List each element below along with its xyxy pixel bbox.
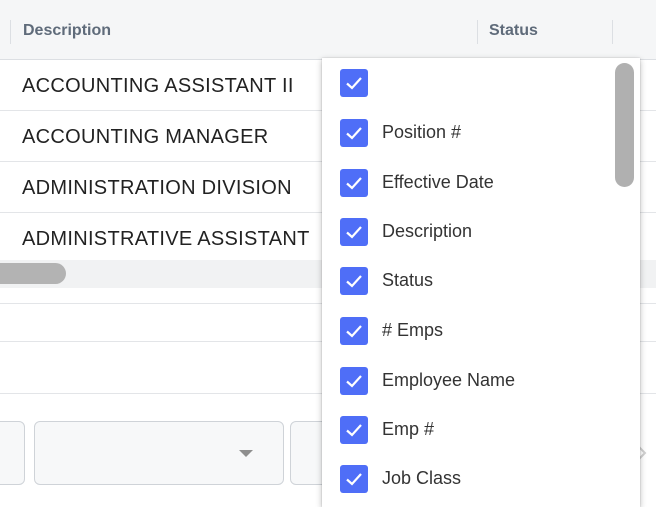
column-divider[interactable] xyxy=(612,20,613,44)
check-icon xyxy=(346,127,362,140)
check-icon xyxy=(346,325,362,338)
column-option-description[interactable]: Description xyxy=(322,207,612,256)
check-icon xyxy=(346,424,362,437)
column-header-status[interactable]: Status xyxy=(489,0,538,60)
column-option-label: Emp # xyxy=(382,419,435,439)
vertical-scrollbar-thumb[interactable] xyxy=(615,63,634,187)
column-option-select-all[interactable] xyxy=(322,58,612,107)
page-size-select[interactable] xyxy=(34,421,284,485)
column-option-emp-number[interactable]: Emp # xyxy=(322,405,612,454)
column-chooser-menu: Position # Effective Date Description St… xyxy=(322,58,640,507)
column-option-effective-date[interactable]: Effective Date xyxy=(322,158,612,207)
checkbox[interactable] xyxy=(340,367,368,395)
checkbox[interactable] xyxy=(340,317,368,345)
column-option-label: Status xyxy=(382,270,434,290)
column-option-emps[interactable]: # Emps xyxy=(322,306,612,355)
column-divider[interactable] xyxy=(10,20,11,44)
row-description: ACCOUNTING MANAGER xyxy=(22,126,269,148)
horizontal-scrollbar-thumb[interactable] xyxy=(0,263,66,284)
caret-down-icon xyxy=(239,450,253,457)
check-icon xyxy=(346,473,362,486)
checkbox[interactable] xyxy=(340,69,368,97)
column-header-description[interactable]: Description xyxy=(23,0,111,60)
checkbox[interactable] xyxy=(340,169,368,197)
column-option-label: # Emps xyxy=(382,320,444,340)
column-option-job-class[interactable]: Job Class xyxy=(322,454,612,503)
column-option-label: Employee Name xyxy=(382,370,516,390)
row-description: ADMINISTRATIVE ASSISTANT xyxy=(22,228,310,250)
column-option-label: Description xyxy=(382,221,473,241)
row-description: ADMINISTRATION DIVISION xyxy=(22,177,292,199)
checkbox[interactable] xyxy=(340,218,368,246)
column-option-label: Position # xyxy=(382,122,462,142)
check-icon xyxy=(346,226,362,239)
checkbox[interactable] xyxy=(340,465,368,493)
check-icon xyxy=(346,77,362,90)
check-icon xyxy=(346,177,362,190)
check-icon xyxy=(346,275,362,288)
column-divider[interactable] xyxy=(477,20,478,44)
column-option-position[interactable]: Position # xyxy=(322,108,612,157)
column-option-status[interactable]: Status xyxy=(322,256,612,305)
column-option-label: Effective Date xyxy=(382,172,494,192)
row-description: ACCOUNTING ASSISTANT II xyxy=(22,75,294,97)
footer-control-left[interactable] xyxy=(0,421,25,485)
check-icon xyxy=(346,375,362,388)
checkbox[interactable] xyxy=(340,267,368,295)
table-header: Description Status xyxy=(0,0,656,60)
checkbox[interactable] xyxy=(340,119,368,147)
checkbox[interactable] xyxy=(340,416,368,444)
column-option-label: Job Class xyxy=(382,468,462,488)
column-option-employee-name[interactable]: Employee Name xyxy=(322,356,612,405)
